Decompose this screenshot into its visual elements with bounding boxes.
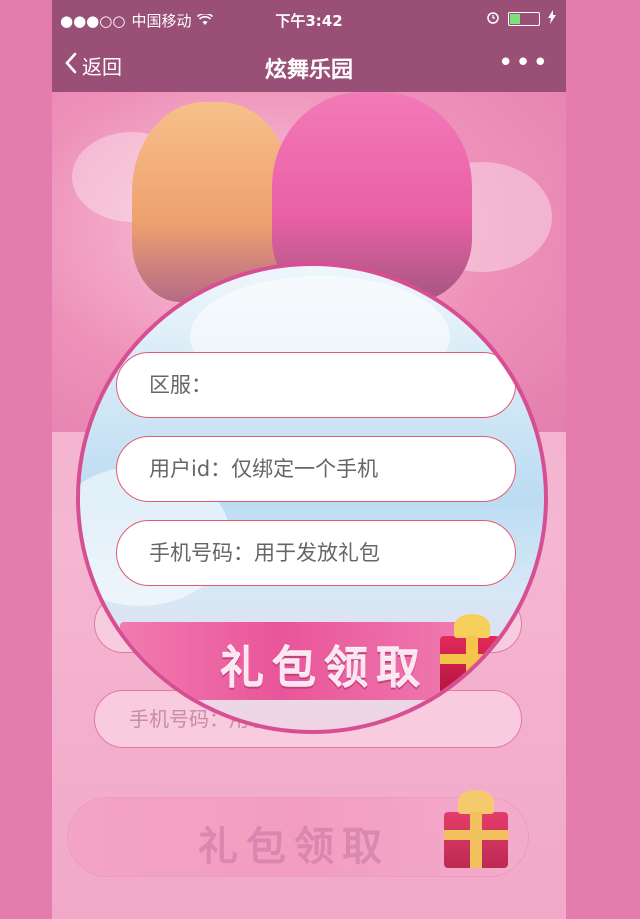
battery-icon	[508, 12, 540, 26]
background-claim-label: 礼包领取	[198, 824, 390, 870]
charging-icon	[548, 10, 556, 28]
server-input[interactable]: 区服：	[116, 352, 516, 418]
nav-bar: 返回 炫舞乐园 •••	[52, 40, 566, 92]
claim-gift-button[interactable]: 礼包领取	[120, 622, 476, 700]
server-placeholder: 区服：	[149, 373, 212, 397]
phone-screen: ●●●○○ 中国移动 下午3:42 返回 炫舞乐园 ••• 礼包领取 区服： 用…	[52, 0, 566, 919]
magnified-form-view: 区服： 用户id：仅绑定一个手机 手机号码：用于发放礼包 礼包领取	[76, 262, 548, 734]
user-id-placeholder: 用户id：仅绑定一个手机	[149, 457, 379, 481]
more-button[interactable]: •••	[498, 48, 550, 78]
user-id-input[interactable]: 用户id：仅绑定一个手机	[116, 436, 516, 502]
gift-box-icon	[444, 790, 508, 868]
page-title: 炫舞乐园	[264, 58, 353, 83]
phone-input[interactable]: 手机号码：用于发放礼包	[116, 520, 516, 586]
claim-gift-label: 礼包领取	[220, 643, 428, 694]
phone-placeholder: 手机号码：用于发放礼包	[149, 541, 380, 565]
gift-box-icon	[440, 614, 500, 694]
status-bar: ●●●○○ 中国移动 下午3:42	[52, 0, 566, 40]
background-claim-button: 礼包领取	[68, 790, 528, 876]
alarm-icon	[486, 10, 500, 28]
